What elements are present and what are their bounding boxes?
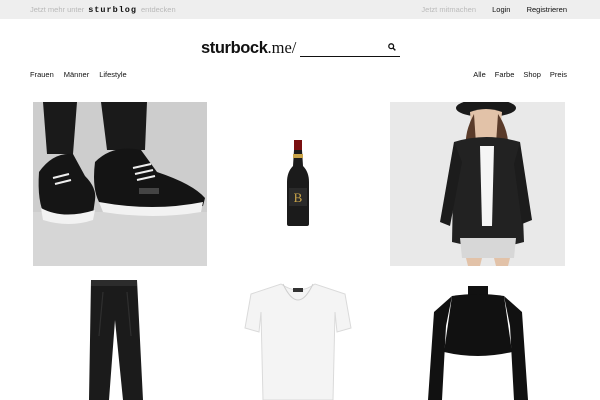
category-nav: Frauen Männer Lifestyle [30, 70, 137, 79]
black-pants-image[interactable] [33, 276, 207, 400]
sneaker-image[interactable] [33, 102, 207, 266]
sturblog-link[interactable]: sturblog [88, 5, 137, 15]
filter-farbe[interactable]: Farbe [495, 70, 515, 79]
filter-alle[interactable]: Alle [473, 70, 486, 79]
filter-nav: Alle Farbe Shop Preis [464, 70, 567, 79]
leather-jacket-image[interactable] [390, 102, 565, 266]
filter-shop[interactable]: Shop [523, 70, 541, 79]
join-link[interactable]: Jetzt mitmachen [421, 5, 476, 14]
logo-bold: sturbock [201, 39, 268, 57]
filter-preis[interactable]: Preis [550, 70, 567, 79]
register-link[interactable]: Registrieren [527, 5, 567, 14]
logo-rest: .me/ [267, 38, 297, 57]
nav-item-maenner[interactable]: Männer [64, 70, 89, 79]
search-field[interactable] [300, 40, 400, 58]
search-input[interactable] [300, 43, 382, 58]
white-tshirt-image[interactable] [217, 276, 379, 400]
promo-after: entdecken [141, 5, 176, 14]
nav-item-lifestyle[interactable]: Lifestyle [99, 70, 127, 79]
promo-before: Jetzt mehr unter [30, 5, 85, 14]
promo-text: Jetzt mehr unter sturblog entdecken [30, 5, 176, 15]
login-link[interactable]: Login [492, 5, 510, 14]
account-links: Jetzt mitmachen Login Registrieren [407, 5, 567, 14]
nav-item-frauen[interactable]: Frauen [30, 70, 54, 79]
search-icon[interactable] [388, 43, 396, 51]
wine-bottle-image[interactable]: B [217, 102, 379, 266]
top-bar: Jetzt mehr unter sturblog entdecken Jetzt … [0, 0, 600, 19]
black-crop-top-image[interactable] [390, 276, 565, 400]
svg-text:B: B [294, 190, 303, 205]
site-logo[interactable]: sturbock.me/ [201, 38, 296, 58]
